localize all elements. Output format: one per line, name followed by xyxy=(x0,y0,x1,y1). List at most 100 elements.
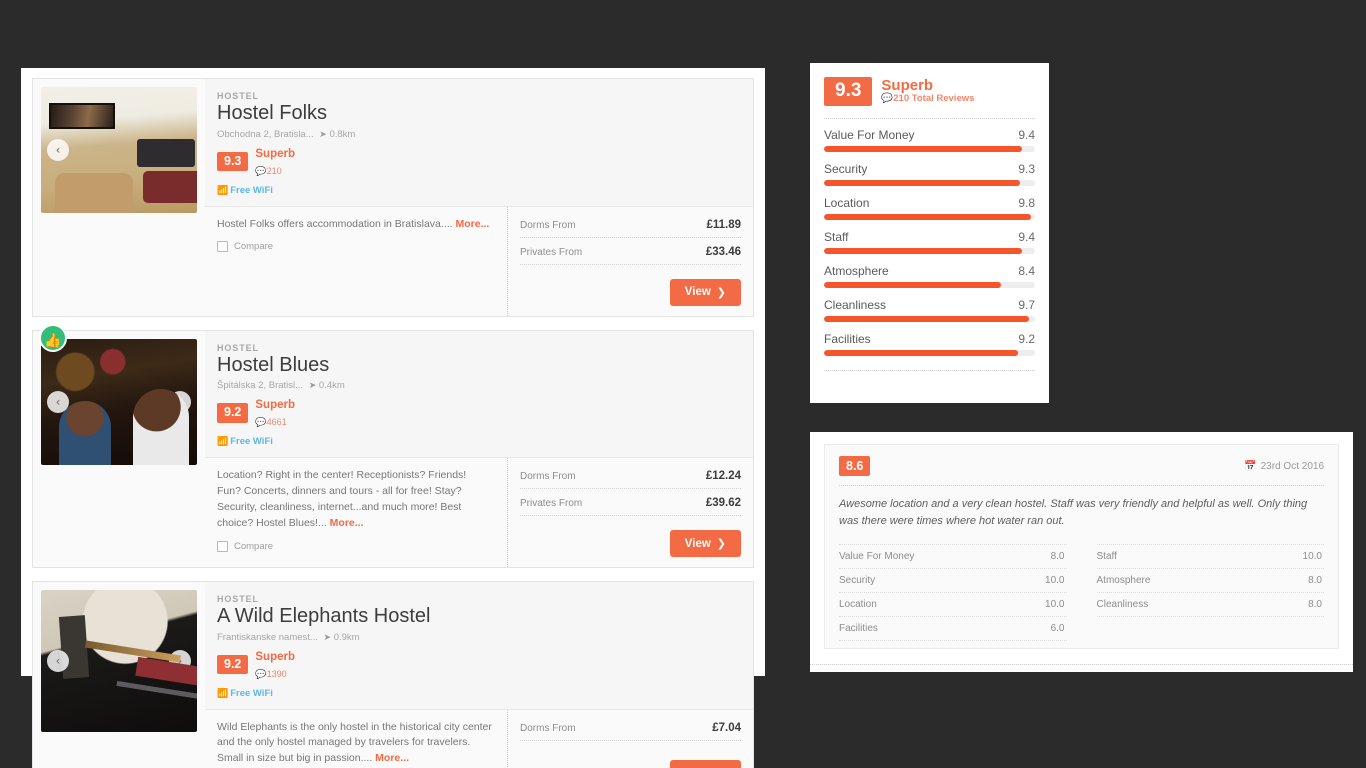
more-link[interactable]: More... xyxy=(375,752,409,764)
price-label: Dorms From xyxy=(520,219,576,231)
rating-bar-track xyxy=(824,247,1035,254)
rating-category-name: Location xyxy=(824,195,870,210)
hostel-photo[interactable]: ‹ › xyxy=(41,590,197,732)
page-bottom-divider xyxy=(810,664,1353,665)
compare-checkbox[interactable] xyxy=(217,540,228,552)
carousel-next-arrow-icon[interactable]: › xyxy=(169,139,191,161)
ratings-header-text: Superb 💬210 Total Reviews xyxy=(881,76,975,105)
hostel-description-column: Wild Elephants is the only hostel in the… xyxy=(205,710,507,768)
overall-score-badge: 9.3 xyxy=(824,77,873,106)
hostel-type-label: HOSTEL xyxy=(217,594,259,604)
rating-bar-fill xyxy=(824,145,1023,152)
hostel-card[interactable]: ‹ › HOSTEL Hostel Folks Obchodna 2, Brat… xyxy=(32,78,754,317)
rating-category-name: Value For Money xyxy=(824,127,915,142)
rating-category-value: 8.4 xyxy=(1018,263,1035,278)
rating-item-header: Cleanliness 9.7 xyxy=(824,298,1035,312)
hostel-rating-word: Superb xyxy=(255,147,296,160)
hostel-card[interactable]: 👍 ‹ › HOSTEL Hostel Blues Špitálska 2, B… xyxy=(32,323,754,568)
review-score-line: Location 10.0 xyxy=(839,593,1067,618)
price-label: Dorms From xyxy=(520,471,576,482)
hostel-price-column: Dorms From £11.89 Privates From £33.46 V… xyxy=(507,206,753,316)
distance-icon: ➤ xyxy=(308,380,317,391)
carousel-next-arrow-icon[interactable]: › xyxy=(169,390,191,413)
review-bubble-icon: 💬 xyxy=(881,93,894,105)
carousel-next-arrow-icon[interactable]: › xyxy=(169,650,191,672)
review-divider xyxy=(839,485,1324,486)
rating-category-value: 9.3 xyxy=(1018,161,1035,176)
rating-category-value: 9.2 xyxy=(1018,331,1035,346)
rating-category-name: Atmosphere xyxy=(824,263,889,278)
ratings-breakdown-panel: 9.3 Superb 💬210 Total Reviews Value For … xyxy=(810,63,1049,403)
rating-bar-track xyxy=(824,315,1035,322)
review-score-line: Atmosphere 8.0 xyxy=(1096,569,1324,594)
carousel-prev-arrow-icon[interactable]: ‹ xyxy=(47,390,69,413)
price-row: Dorms From £11.89 xyxy=(520,217,741,238)
review-score-name: Facilities xyxy=(839,623,878,635)
review-scores-right-column: Staff 10.0 Atmosphere 8.0 Cleanliness 8.… xyxy=(1096,544,1324,641)
free-wifi-badge: 📶 Free WiFi xyxy=(217,687,273,699)
rating-bar-track xyxy=(824,213,1035,220)
rating-item-header: Value For Money 9.4 xyxy=(824,128,1035,142)
review-score-name: Security xyxy=(839,575,876,587)
hostel-photo[interactable]: ‹ › xyxy=(41,87,197,213)
rating-category-name: Cleanliness xyxy=(824,297,887,312)
compare-row[interactable]: Compare xyxy=(217,241,493,253)
wifi-icon: 📶 xyxy=(217,185,229,196)
hostel-results-panel: ‹ › HOSTEL Hostel Folks Obchodna 2, Brat… xyxy=(21,68,765,768)
hostel-description-column: Location? Right in the center! Reception… xyxy=(205,458,507,567)
hostel-card[interactable]: ‹ › HOSTEL A Wild Elephants Hostel Frant… xyxy=(32,581,754,768)
rating-items-list: Value For Money 9.4 Security 9.3 Locatio… xyxy=(824,128,1035,356)
review-score-name: Cleanliness xyxy=(1096,599,1149,611)
review-bubble-icon: 💬 xyxy=(255,166,267,177)
carousel-prev-arrow-icon[interactable]: ‹ xyxy=(47,139,69,161)
chevron-right-icon: ❯ xyxy=(716,537,726,550)
review-score-line: Staff 10.0 xyxy=(1096,544,1324,570)
review-score-value: 10.0 xyxy=(1302,551,1322,563)
rating-item: Cleanliness 9.7 xyxy=(824,298,1035,322)
carousel-prev-arrow-icon[interactable]: ‹ xyxy=(47,650,69,672)
hostel-description: Location? Right in the center! Reception… xyxy=(217,469,467,529)
more-link[interactable]: More... xyxy=(330,517,364,529)
price-row: Privates From £39.62 xyxy=(520,495,741,516)
total-reviews-label: 💬210 Total Reviews xyxy=(881,93,975,105)
overall-rating-word: Superb xyxy=(881,76,934,94)
chevron-right-icon: ❯ xyxy=(716,285,726,299)
hostel-type-label: HOSTEL xyxy=(217,342,259,353)
hostel-card-lower: Wild Elephants is the only hostel in the… xyxy=(205,709,753,768)
ratings-header: 9.3 Superb 💬210 Total Reviews xyxy=(824,73,1035,116)
hostel-photo-area: ‹ › xyxy=(33,582,205,740)
rating-bar-track xyxy=(824,179,1035,186)
compare-row[interactable]: Compare xyxy=(217,540,493,552)
hostel-name[interactable]: Hostel Folks xyxy=(217,102,739,126)
rating-bar-track xyxy=(824,349,1035,356)
view-button[interactable]: View ❯ xyxy=(669,530,741,557)
hostel-card-header: HOSTEL Hostel Folks Obchodna 2, Bratisla… xyxy=(205,79,753,207)
hostel-price-column: Dorms From £12.24 Privates From £39.62 V… xyxy=(507,458,753,567)
review-score-value: 10.0 xyxy=(1045,575,1065,587)
review-score-value: 8.0 xyxy=(1308,575,1322,587)
review-score-value: 10.0 xyxy=(1045,599,1065,611)
compare-checkbox[interactable] xyxy=(217,241,228,253)
hostel-address: Špitálska 2, Bratisl... ➤ 0.4km xyxy=(217,380,345,392)
hostel-distance: 0.4km xyxy=(318,380,345,392)
more-link[interactable]: More... xyxy=(456,218,490,230)
wifi-icon: 📶 xyxy=(217,688,229,699)
hostel-score-badge: 9.2 xyxy=(217,654,249,675)
price-label: Dorms From xyxy=(520,722,576,734)
hostel-rating-row: 9.3 Superb 💬210 xyxy=(217,145,739,179)
review-score-badge: 8.6 xyxy=(839,456,871,476)
hostel-rating-text: Superb 💬1390 xyxy=(255,648,295,682)
review-score-line: Value For Money 8.0 xyxy=(839,544,1067,570)
hostel-name[interactable]: A Wild Elephants Hostel xyxy=(217,605,739,629)
hostel-photo-area: 👍 ‹ › xyxy=(33,323,205,473)
hostel-photo[interactable]: ‹ › xyxy=(41,338,197,465)
review-score-value: 8.0 xyxy=(1050,551,1065,563)
review-score-line: Cleanliness 8.0 xyxy=(1096,593,1324,618)
review-header: 8.6 📅 23rd Oct 2016 xyxy=(839,456,1324,476)
view-button[interactable]: View ❯ xyxy=(669,278,741,306)
hostel-name[interactable]: Hostel Blues xyxy=(217,354,739,378)
rating-category-value: 9.4 xyxy=(1018,229,1035,244)
review-scores-left-column: Value For Money 8.0 Security 10.0 Locati… xyxy=(839,544,1067,642)
view-button[interactable]: View ❯ xyxy=(669,760,741,768)
hostel-score-badge: 9.3 xyxy=(217,151,249,172)
